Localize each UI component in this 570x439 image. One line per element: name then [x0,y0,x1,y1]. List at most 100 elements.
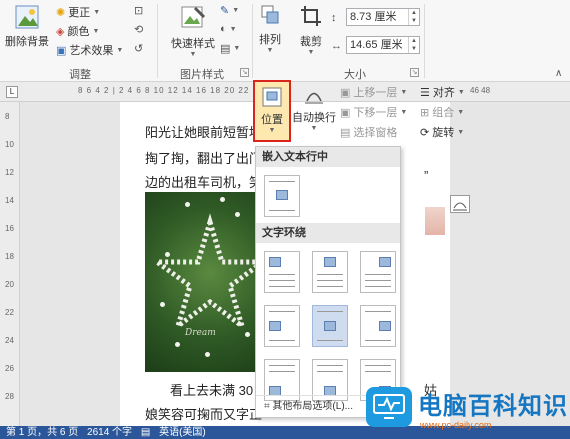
vruler-tick: 18 [5,252,14,261]
artistic-effects-button[interactable]: ▣ 艺术效果 ▼ [56,42,123,58]
correct-button[interactable]: ✺ 更正 ▼ [56,4,100,20]
layout-icon: ▤ [220,43,231,55]
layout-options-button[interactable] [450,195,470,213]
send-backward-button[interactable]: ▣ 下移一层 ▼ [340,104,407,120]
palette-icon: ◈ [56,25,65,38]
position-button[interactable]: 位置 ▼ [253,80,291,142]
bring-forward-label: 上移一层 [353,87,398,99]
remove-background-button[interactable]: 删除背景 [4,4,50,49]
compress-pictures-button[interactable]: ⊡ [134,4,143,17]
chevron-down-icon: ▼ [310,125,318,132]
crop-button[interactable]: 裁剪 ▼ [296,4,326,56]
svg-text:Dream: Dream [184,328,216,338]
height-icon: ↕ [331,12,337,24]
reset-picture-button[interactable]: ↺ [134,42,143,55]
chevron-down-icon: ▼ [457,108,465,116]
language[interactable]: 英语(美国) [159,427,206,438]
doc-line: 看上去未满 30 [170,383,254,398]
picture-effects-button[interactable]: ◐ ▼ [220,23,237,35]
size-launcher-icon[interactable]: ↘ [410,68,419,77]
chevron-down-icon: ▼ [307,49,315,56]
width-icon: ↔ [331,40,342,52]
separator [424,4,425,78]
remove-background-label: 删除背景 [5,36,49,48]
inline-position-option[interactable] [264,175,300,217]
watermark-title: 电脑百科知识 [418,393,568,420]
flower-dot [245,332,250,337]
wrap-text-button[interactable]: 自动换行 ▼ [292,84,336,132]
page-count[interactable]: 第 1 页，共 6 页 [6,427,78,438]
more-layout-options-label: 其他布局选项(L)... [272,401,353,412]
arrange-button[interactable]: 排列 ▼ [256,4,284,54]
arrange-label: 排列 [259,34,281,46]
color-button[interactable]: ◈ 颜色 ▼ [56,23,99,39]
change-picture-button[interactable]: ⟲ [134,23,143,36]
tab-stop-icon[interactable]: L [6,86,18,98]
height-value: 8.73 厘米 [350,11,397,23]
align-icon: ☰ [420,86,430,99]
position-middle-left-option[interactable] [264,305,300,347]
wrap-text-icon [305,92,323,104]
color-label: 颜色 [67,26,90,38]
position-top-right-option[interactable] [360,251,396,293]
arrange-icon [261,5,279,24]
chevron-down-icon: ▼ [457,128,465,136]
vruler-tick: 14 [5,196,14,205]
send-backward-label: 下移一层 [353,107,398,119]
collapse-ribbon-icon[interactable]: ∧ [555,68,562,79]
chevron-down-icon: ▼ [116,46,124,54]
picture-layout-button[interactable]: ▤ ▼ [220,42,240,55]
proofing-icon[interactable]: ▤ [141,427,150,438]
rotate-button[interactable]: ⟳ 旋转 ▼ [420,124,464,140]
group-label: 组合 [432,107,455,119]
height-spinner[interactable]: 8.73 厘米 ▲ ▼ [346,8,420,26]
selection-pane-button[interactable]: ▤ 选择窗格 [340,124,397,140]
quick-styles-icon [181,6,206,28]
flower-dot [220,197,225,202]
compress-icon: ⊡ [134,5,144,17]
width-spinner[interactable]: 14.65 厘米 ▲ ▼ [346,36,420,54]
align-button[interactable]: ☰ 对齐 ▼ [420,84,465,100]
group-button[interactable]: ⊞ 组合 ▼ [420,104,464,120]
vruler-tick: 12 [5,168,14,177]
chevron-down-icon: ▼ [266,47,274,54]
layout-options-icon: ⌗ [264,401,270,412]
watermark-url: www.pc-daily.com [420,420,492,430]
flower-dot [175,342,180,347]
separator [157,4,158,78]
position-middle-center-option[interactable] [312,305,348,347]
monitor-logo-icon [366,387,412,427]
rotate-icon: ⟳ [420,126,430,139]
spin-arrows-icon[interactable]: ▲ ▼ [408,37,419,53]
art-icon: ▣ [56,44,67,57]
chevron-down-icon: ▼ [232,7,240,14]
picture-border-button[interactable]: ✎ ▼ [220,4,239,17]
quick-styles-label: 快速样式 [171,38,215,50]
position-top-left-option[interactable] [264,251,300,293]
sun-icon: ✺ [56,6,66,19]
bring-forward-button[interactable]: ▣ 上移一层 ▼ [340,84,407,100]
vruler-tick: 20 [5,280,14,289]
word-count[interactable]: 2614 个字 [87,427,132,438]
position-middle-right-option[interactable] [360,305,396,347]
chevron-down-icon: ▼ [233,45,241,52]
group-icon: ⊞ [420,106,430,119]
position-icon [262,87,282,107]
width-value: 14.65 厘米 [350,39,403,51]
vruler-tick: 24 [5,336,14,345]
layout-options-icon [453,202,467,211]
selection-pane-label: 选择窗格 [353,127,398,139]
position-dropdown: 嵌入文本行中 文字环绕 ⌗ 其他布局选项(L)... [255,146,401,418]
ribbon: 删除背景 ✺ 更正 ▼ ◈ 颜色 ▼ ▣ 艺术效果 ▼ ⊡ ⟲ ↺ 调整 快速样… [0,0,570,82]
vertical-ruler: 8 10 12 14 16 18 20 22 24 26 28 [0,102,20,426]
pen-icon: ✎ [220,5,230,17]
size-group-label: 大小 [344,69,366,81]
quick-styles-button[interactable]: 快速样式 ▼ [168,4,218,58]
spin-arrows-icon[interactable]: ▲ ▼ [408,9,419,25]
vruler-tick: 16 [5,224,14,233]
vruler-tick: 28 [5,392,14,401]
picture-styles-launcher-icon[interactable]: ↘ [240,68,249,77]
position-top-center-option[interactable] [312,251,348,293]
vruler-tick: 26 [5,364,14,373]
text-wrapping-header: 文字环绕 [256,223,400,243]
